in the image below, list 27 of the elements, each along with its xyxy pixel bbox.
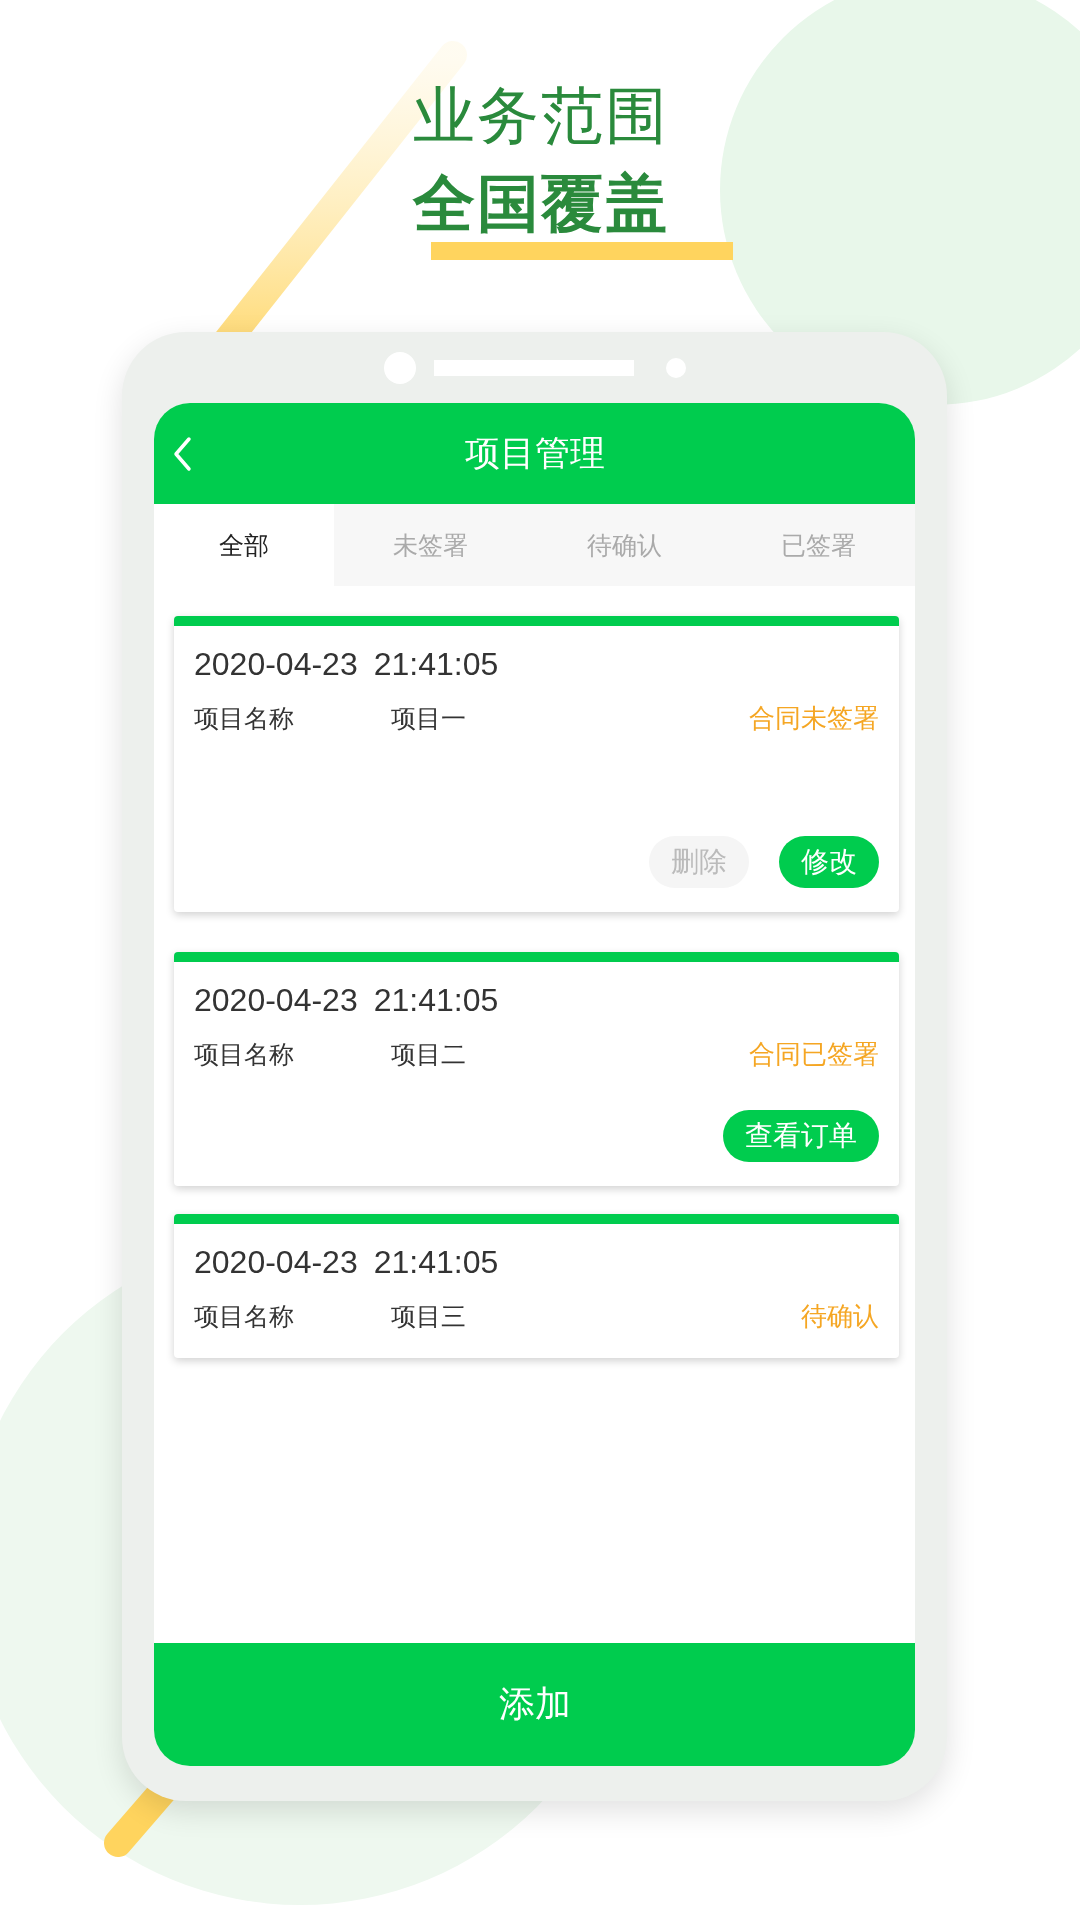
time-text: 21:41:05 bbox=[373, 982, 499, 1019]
tab[interactable]: 待确认 bbox=[527, 504, 722, 586]
back-icon[interactable] bbox=[172, 435, 192, 472]
headline: 业务范围 bbox=[413, 78, 669, 154]
field-label: 项目名称 bbox=[194, 1301, 295, 1333]
tab[interactable]: 未签署 bbox=[334, 504, 528, 586]
field-label: 项目名称 bbox=[194, 703, 295, 735]
action-button[interactable]: 修改 bbox=[779, 836, 879, 888]
headline: 全国覆盖 bbox=[413, 168, 669, 240]
tab[interactable]: 全部 bbox=[154, 504, 334, 586]
status-text: 合同未签署 bbox=[749, 702, 879, 735]
project-name: 项目三 bbox=[391, 1301, 467, 1333]
project-name: 项目二 bbox=[391, 1039, 467, 1071]
screen-title: 项目管理 bbox=[464, 432, 605, 475]
date-text: 2020-04-23 bbox=[194, 982, 358, 1019]
field-label: 项目名称 bbox=[194, 1039, 295, 1071]
add-button[interactable]: 添加 bbox=[154, 1643, 915, 1766]
time-text: 21:41:05 bbox=[373, 646, 499, 683]
status-text: 待确认 bbox=[801, 1300, 879, 1333]
date-text: 2020-04-23 bbox=[194, 646, 358, 683]
date-text: 2020-04-23 bbox=[194, 1244, 358, 1281]
time-text: 21:41:05 bbox=[373, 1244, 499, 1281]
status-text: 合同已签署 bbox=[749, 1038, 879, 1071]
tab[interactable]: 已签署 bbox=[721, 504, 915, 586]
action-button[interactable]: 查看订单 bbox=[723, 1110, 879, 1162]
project-name: 项目一 bbox=[391, 703, 467, 735]
delete-button[interactable]: 删除 bbox=[649, 836, 749, 888]
